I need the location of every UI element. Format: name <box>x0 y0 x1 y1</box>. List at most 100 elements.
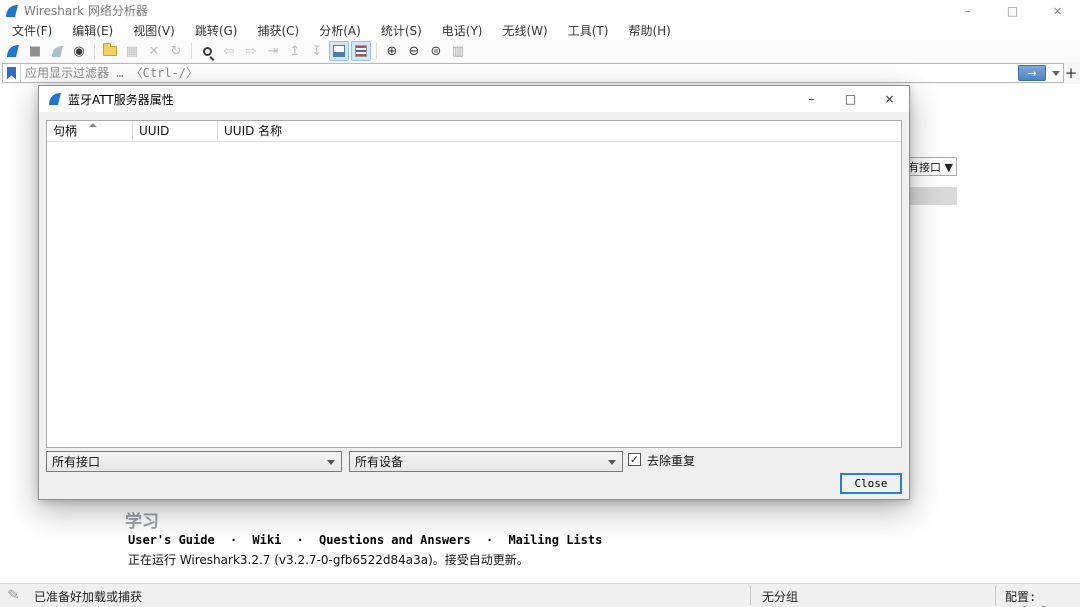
chevron-down-icon <box>327 460 335 465</box>
menu-telephony[interactable]: 电话(Y) <box>432 22 493 40</box>
stop-capture-icon[interactable]: ■ <box>25 41 45 61</box>
auto-scroll-glyph-icon <box>333 45 345 57</box>
learn-heading: 学习 <box>125 507 159 532</box>
shark-fin-icon <box>6 44 20 58</box>
magnifier-icon <box>203 47 212 56</box>
zoom-original-icon[interactable]: ⊜ <box>426 41 446 61</box>
restart-capture-icon[interactable] <box>47 41 67 61</box>
filter-bar: → + <box>0 62 1080 84</box>
close-file-icon[interactable]: ✕ <box>144 41 164 61</box>
open-file-icon[interactable] <box>100 41 120 61</box>
go-to-bottom-icon[interactable]: ↧ <box>307 41 327 61</box>
go-forward-icon[interactable]: ⇨ <box>241 41 261 61</box>
main-titlebar: Wireshark 网络分析器 – □ × <box>0 0 1080 22</box>
menu-wireless[interactable]: 无线(W) <box>493 22 558 40</box>
wireshark-logo-icon <box>5 4 19 18</box>
dialog-title: 蓝牙ATT服务器属性 <box>68 91 174 108</box>
add-filter-button[interactable]: + <box>1064 63 1078 83</box>
expert-info-icon[interactable]: ✎ <box>7 588 20 603</box>
wireshark-main-window: Wireshark 网络分析器 – □ × 文件(F) 编辑(E) 视图(V) … <box>0 0 1080 607</box>
status-packets-text: 无分组 <box>762 588 798 605</box>
column-header-label: UUID 名称 <box>224 124 282 138</box>
close-icon[interactable]: × <box>1035 0 1080 22</box>
table-header-row: 句柄 UUID UUID 名称 <box>47 121 901 142</box>
bluetooth-att-dialog: 蓝牙ATT服务器属性 – □ × 句柄 UUID UUID 名称 <box>38 85 910 500</box>
menu-capture[interactable]: 捕获(C) <box>247 22 309 40</box>
wireshark-logo-icon <box>48 92 62 106</box>
resize-columns-icon[interactable]: ▥ <box>448 41 468 61</box>
column-header-handle[interactable]: 句柄 <box>47 121 133 141</box>
all-interfaces-button-label: 有接口 ▼ <box>908 159 953 175</box>
link-wiki[interactable]: Wiki <box>252 533 281 547</box>
start-capture-icon[interactable] <box>3 41 23 61</box>
dialog-minimize-icon[interactable]: – <box>792 86 831 112</box>
toolbar-separator <box>94 43 95 59</box>
dialog-titlebar: 蓝牙ATT服务器属性 – □ × <box>39 86 909 112</box>
menu-go[interactable]: 跳转(G) <box>185 22 248 40</box>
learn-links: User's Guide · Wiki · Questions and Answ… <box>128 533 602 547</box>
interface-filter-select[interactable]: 所有接口 <box>46 451 342 472</box>
main-toolbar: ■ ◉ ▦ ✕ ↻ ⇦ ⇨ ⇥ ↥ ↧ ⊕ ⊖ ⊜ ▥ <box>0 40 1080 62</box>
status-separator <box>750 586 751 605</box>
chevron-down-icon <box>608 460 616 465</box>
all-interfaces-button[interactable]: 有接口 ▼ <box>905 157 957 176</box>
dialog-close-icon[interactable]: × <box>870 86 909 112</box>
go-to-top-icon[interactable]: ↥ <box>285 41 305 61</box>
status-profile-text[interactable]: 配置: Default <box>1005 588 1080 607</box>
status-separator <box>995 586 996 605</box>
apply-filter-button[interactable]: → <box>1018 65 1046 81</box>
go-back-icon[interactable]: ⇦ <box>219 41 239 61</box>
column-header-label: UUID <box>139 124 169 138</box>
menu-view[interactable]: 视图(V) <box>123 22 185 40</box>
column-header-label: 句柄 <box>53 124 77 138</box>
toolbar-separator <box>191 43 192 59</box>
attributes-table: 句柄 UUID UUID 名称 <box>46 120 902 448</box>
toolbar-separator <box>376 43 377 59</box>
menu-edit[interactable]: 编辑(E) <box>62 22 123 40</box>
column-header-uuid-name[interactable]: UUID 名称 <box>218 121 901 141</box>
display-filter-box: → <box>2 63 1064 83</box>
menu-tools[interactable]: 工具(T) <box>558 22 619 40</box>
bookmark-icon[interactable] <box>7 67 16 80</box>
link-separator: · <box>222 533 245 547</box>
minimize-icon[interactable]: – <box>945 0 990 22</box>
menu-bar: 文件(F) 编辑(E) 视图(V) 跳转(G) 捕获(C) 分析(A) 统计(S… <box>0 22 1080 40</box>
find-packet-icon[interactable] <box>197 41 217 61</box>
reload-icon[interactable]: ↻ <box>166 41 186 61</box>
remove-duplicates-label: 去除重复 <box>647 452 695 469</box>
sort-ascending-icon <box>89 123 97 127</box>
close-button[interactable]: Close <box>840 473 902 494</box>
auto-scroll-icon[interactable] <box>329 41 349 61</box>
save-file-icon[interactable]: ▦ <box>122 41 142 61</box>
column-header-uuid[interactable]: UUID <box>133 121 218 141</box>
link-users-guide[interactable]: User's Guide <box>128 533 215 547</box>
go-to-packet-icon[interactable]: ⇥ <box>263 41 283 61</box>
zoom-in-icon[interactable]: ⊕ <box>382 41 402 61</box>
maximize-icon[interactable]: □ <box>990 0 1035 22</box>
status-ready-text: 已准备好加载或捕获 <box>34 588 142 605</box>
menu-help[interactable]: 帮助(H) <box>618 22 680 40</box>
menu-analyze[interactable]: 分析(A) <box>309 22 371 40</box>
menu-file[interactable]: 文件(F) <box>2 22 62 40</box>
remove-duplicates-checkbox[interactable]: ✓ <box>628 453 641 466</box>
dialog-maximize-icon[interactable]: □ <box>831 86 870 112</box>
status-bar: ✎ 已准备好加载或捕获 无分组 配置: Default <box>0 583 1080 607</box>
zoom-out-icon[interactable]: ⊖ <box>404 41 424 61</box>
capture-options-icon[interactable]: ◉ <box>69 41 89 61</box>
chevron-down-icon <box>1052 71 1060 76</box>
colorize-icon[interactable] <box>351 41 371 61</box>
link-separator: · <box>478 533 501 547</box>
link-questions-answers[interactable]: Questions and Answers <box>319 533 471 547</box>
shark-fin-gray-icon <box>51 45 64 58</box>
interface-filter-value: 所有接口 <box>52 453 100 470</box>
device-filter-select[interactable]: 所有设备 <box>349 451 623 472</box>
device-filter-value: 所有设备 <box>355 453 403 470</box>
link-mailing-lists[interactable]: Mailing Lists <box>508 533 602 547</box>
menu-statistics[interactable]: 统计(S) <box>371 22 432 40</box>
window-title: Wireshark 网络分析器 <box>24 0 148 22</box>
folder-icon <box>103 46 117 56</box>
link-separator: · <box>289 533 312 547</box>
display-filter-input[interactable] <box>21 64 1018 82</box>
filter-dropdown-icon[interactable] <box>1049 71 1063 76</box>
colorize-glyph-icon <box>355 45 367 57</box>
